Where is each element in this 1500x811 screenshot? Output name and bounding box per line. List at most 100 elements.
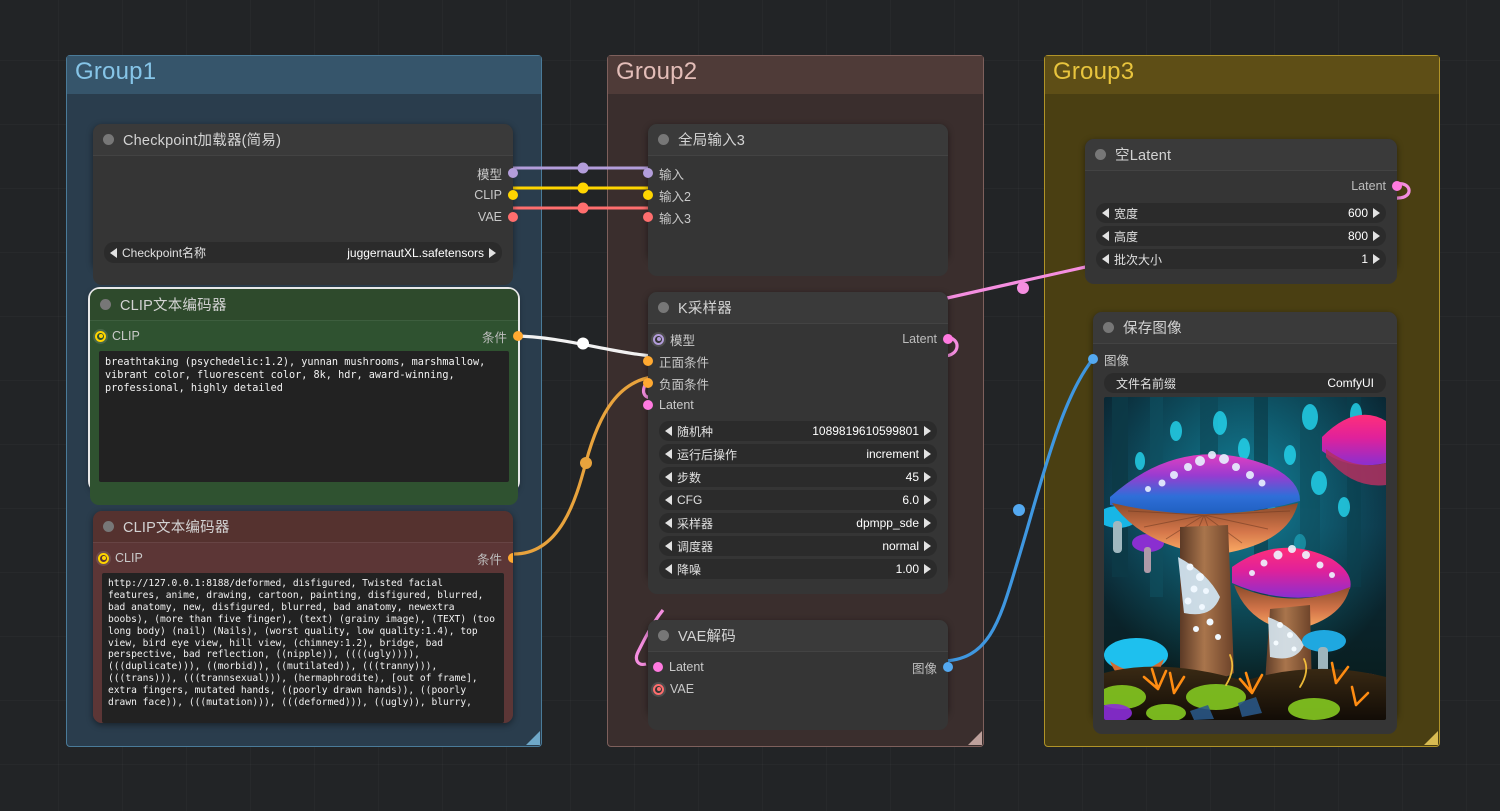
increment-arrow-icon[interactable] <box>924 495 931 505</box>
negative-prompt-textarea[interactable]: http://127.0.0.1:8188/deformed, disfigur… <box>102 573 504 723</box>
node-clip-text-encode-positive[interactable]: CLIP文本编码器 CLIP 条件 breathtaking (psychede… <box>88 287 523 505</box>
node-clip-text-encode-negative[interactable]: CLIP文本编码器 CLIP 条件 http://127.0.0.1:8188/… <box>93 511 513 723</box>
decrement-arrow-icon[interactable] <box>665 426 672 436</box>
slot-output-clip[interactable]: CLIP <box>93 184 518 206</box>
port-out-image[interactable] <box>943 662 953 672</box>
port-in-latent[interactable] <box>643 400 653 410</box>
decrement-arrow-icon[interactable] <box>665 518 672 528</box>
checkpoint-loader-header[interactable]: Checkpoint加载器(简易) <box>93 124 513 155</box>
save-image-header[interactable]: 保存图像 <box>1093 312 1397 343</box>
widget-seed[interactable]: 随机种 1089819610599801 <box>659 421 937 441</box>
decrement-arrow-icon[interactable] <box>110 247 117 258</box>
port-in-image[interactable] <box>1088 354 1098 364</box>
increment-arrow-icon[interactable] <box>924 518 931 528</box>
widget-steps[interactable]: 步数 45 <box>659 467 937 487</box>
collapse-dot-icon[interactable] <box>1095 149 1106 160</box>
node-global-input-3[interactable]: 全局输入3 输入 输入2 输入3 <box>643 124 948 276</box>
slot-input-1[interactable]: 输入 <box>643 162 948 184</box>
collapse-dot-icon[interactable] <box>1103 322 1114 333</box>
increment-arrow-icon[interactable] <box>489 247 496 258</box>
slot-input-latent[interactable]: Latent <box>643 394 948 416</box>
port-out-latent[interactable] <box>1392 181 1402 191</box>
slot-input-2[interactable]: 输入2 <box>643 184 948 206</box>
decrement-arrow-icon[interactable] <box>665 449 672 459</box>
port-in-model[interactable] <box>653 333 664 345</box>
port-out-vae[interactable] <box>508 212 518 222</box>
decrement-arrow-icon[interactable] <box>665 495 672 505</box>
node-checkpoint-loader[interactable]: Checkpoint加载器(简易) 模型 CLIP VAE Checkpoint… <box>93 124 518 285</box>
node-empty-latent[interactable]: 空Latent Latent 宽度 600 高度 800 批次大小 1 <box>1085 139 1402 284</box>
decrement-arrow-icon[interactable] <box>1102 254 1109 264</box>
widget-cfg[interactable]: CFG 6.0 <box>659 490 937 510</box>
collapse-dot-icon[interactable] <box>658 630 669 641</box>
slot-input-3[interactable]: 输入3 <box>643 206 948 228</box>
increment-arrow-icon[interactable] <box>1373 208 1380 218</box>
increment-arrow-icon[interactable] <box>924 472 931 482</box>
widget-denoise[interactable]: 降噪 1.00 <box>659 559 937 579</box>
clip-negative-header[interactable]: CLIP文本编码器 <box>93 511 513 542</box>
widget-control-after-generate[interactable]: 运行后操作 increment <box>659 444 937 464</box>
widget-filename-prefix[interactable]: 文件名前缀 ComfyUI <box>1104 373 1386 393</box>
collapse-dot-icon[interactable] <box>103 134 114 145</box>
increment-arrow-icon[interactable] <box>924 449 931 459</box>
increment-arrow-icon[interactable] <box>1373 254 1380 264</box>
port-out-model[interactable] <box>508 168 518 178</box>
group1-resize-handle[interactable] <box>526 731 540 745</box>
slot-input-vae[interactable]: VAE <box>648 678 948 700</box>
port-in-positive[interactable] <box>643 356 653 366</box>
port-out-latent[interactable] <box>943 334 953 344</box>
collapse-dot-icon[interactable] <box>658 134 669 145</box>
image-preview[interactable] <box>1104 397 1386 720</box>
vae-decode-header[interactable]: VAE解码 <box>648 620 948 651</box>
widget-checkpoint-name[interactable]: Checkpoint名称 juggernautXL.safetensors <box>104 242 502 263</box>
decrement-arrow-icon[interactable] <box>1102 231 1109 241</box>
slot-input-image[interactable]: 图像 <box>1088 348 1397 370</box>
collapse-dot-icon[interactable] <box>103 521 114 532</box>
node-ksampler[interactable]: K采样器 模型 Latent 正面条件 负面条件 Latent 随机种 1089… <box>643 292 953 594</box>
widget-scheduler[interactable]: 调度器 normal <box>659 536 937 556</box>
decrement-arrow-icon[interactable] <box>665 472 672 482</box>
ksampler-header[interactable]: K采样器 <box>648 292 948 323</box>
increment-arrow-icon[interactable] <box>924 541 931 551</box>
decrement-arrow-icon[interactable] <box>665 541 672 551</box>
port-in-clip-negative[interactable] <box>98 552 109 564</box>
port-in-vae[interactable] <box>653 683 664 695</box>
node-graph-canvas[interactable]: Group1 Group2 Group3 Checkpoint加载器(简易) 模… <box>0 0 1500 811</box>
clip-positive-header[interactable]: CLIP文本编码器 <box>90 289 518 320</box>
widget-width[interactable]: 宽度 600 <box>1096 203 1386 223</box>
port-in-latent[interactable] <box>653 662 663 672</box>
collapse-dot-icon[interactable] <box>100 299 111 310</box>
positive-prompt-textarea[interactable]: breathtaking (psychedelic:1.2), yunnan m… <box>99 351 509 482</box>
widget-height[interactable]: 高度 800 <box>1096 226 1386 246</box>
decrement-arrow-icon[interactable] <box>665 564 672 574</box>
slot-row-model-latent[interactable]: 模型 Latent <box>648 328 953 350</box>
widget-sampler-name[interactable]: 采样器 dpmpp_sde <box>659 513 937 533</box>
node-save-image[interactable]: 保存图像 图像 文件名前缀 ComfyUI <box>1088 312 1397 734</box>
port-out-conditioning-positive[interactable] <box>513 331 523 341</box>
group2-resize-handle[interactable] <box>968 731 982 745</box>
node-vae-decode[interactable]: VAE解码 Latent 图像 VAE <box>648 620 953 730</box>
port-in-1[interactable] <box>643 168 653 178</box>
port-in-2[interactable] <box>643 190 653 200</box>
slot-row-latent-image[interactable]: Latent 图像 <box>648 656 953 678</box>
decrement-arrow-icon[interactable] <box>1102 208 1109 218</box>
increment-arrow-icon[interactable] <box>924 564 931 574</box>
slot-output-vae[interactable]: VAE <box>93 206 518 228</box>
slot-output-latent[interactable]: Latent <box>1085 175 1402 197</box>
port-in-clip-positive[interactable] <box>95 330 106 342</box>
port-in-negative[interactable] <box>643 378 653 388</box>
increment-arrow-icon[interactable] <box>1373 231 1380 241</box>
slot-output-model[interactable]: 模型 <box>93 162 518 184</box>
port-out-conditioning-negative[interactable] <box>508 553 513 563</box>
increment-arrow-icon[interactable] <box>924 426 931 436</box>
slot-row-clip-positive[interactable]: CLIP 条件 <box>90 325 523 347</box>
group3-resize-handle[interactable] <box>1424 731 1438 745</box>
empty-latent-header[interactable]: 空Latent <box>1085 139 1397 170</box>
global-input-header[interactable]: 全局输入3 <box>648 124 948 155</box>
port-out-clip[interactable] <box>508 190 518 200</box>
port-in-3[interactable] <box>643 212 653 222</box>
slot-input-negative[interactable]: 负面条件 <box>643 372 948 394</box>
slot-row-clip-negative[interactable]: CLIP 条件 <box>93 547 513 569</box>
widget-batch-size[interactable]: 批次大小 1 <box>1096 249 1386 269</box>
collapse-dot-icon[interactable] <box>658 302 669 313</box>
